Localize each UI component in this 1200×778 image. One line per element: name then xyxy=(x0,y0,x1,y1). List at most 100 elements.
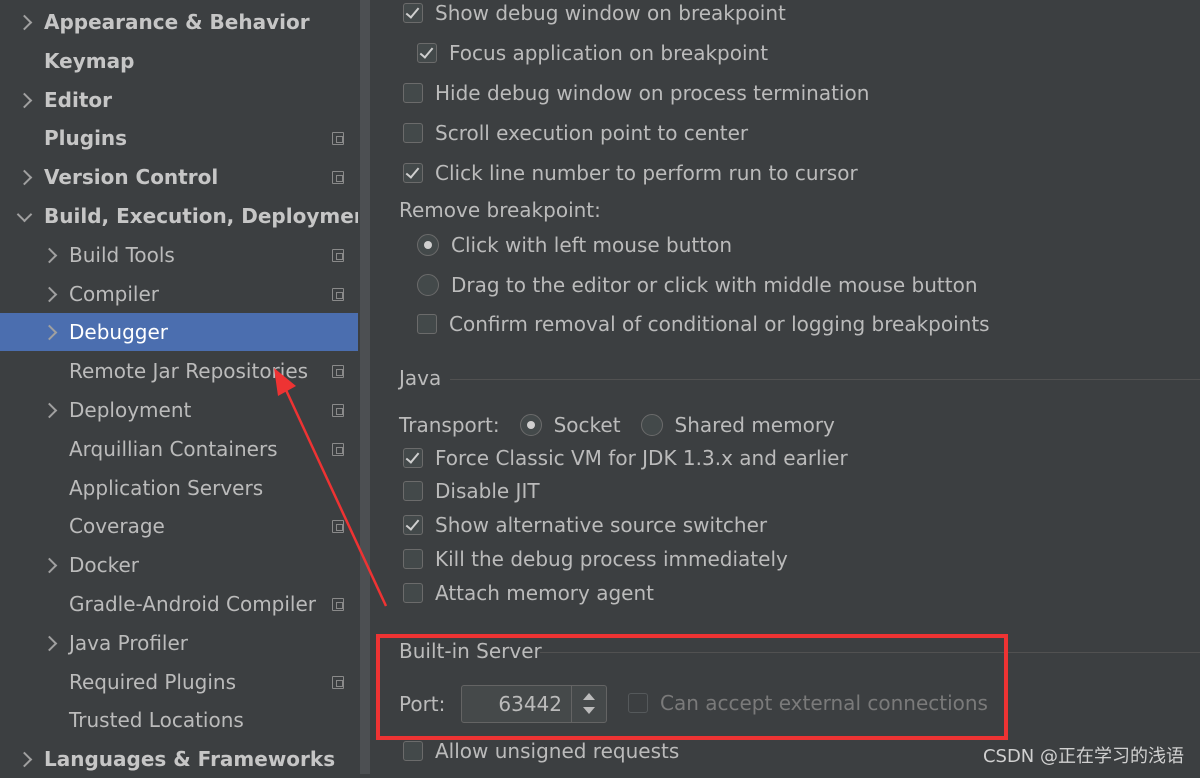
checkbox-box[interactable] xyxy=(403,481,423,501)
sidebar-item-label: Java Profiler xyxy=(69,630,189,655)
shared-memory-label[interactable]: Shared memory xyxy=(675,413,835,437)
project-scope-icon xyxy=(332,171,344,185)
chevron-right-icon[interactable] xyxy=(16,14,33,31)
checkbox-box[interactable] xyxy=(403,583,423,603)
sidebar-item-label: Application Servers xyxy=(69,475,264,500)
chevron-right-icon[interactable] xyxy=(16,169,33,186)
focus-application-checkbox[interactable]: Focus application on breakpoint xyxy=(417,36,768,70)
watermark: CSDN @正在学习的浅语 xyxy=(982,746,1184,767)
sidebar-item-compiler[interactable]: Compiler xyxy=(0,275,358,313)
chevron-right-icon[interactable] xyxy=(16,751,33,768)
confirm-removal-checkbox[interactable]: Confirm removal of conditional or loggin… xyxy=(417,307,990,341)
checkbox-box[interactable] xyxy=(403,448,423,468)
remove-breakpoint-label: Remove breakpoint: xyxy=(399,198,601,222)
checkbox-box[interactable] xyxy=(403,83,423,103)
sidebar-item-editor[interactable]: Editor xyxy=(0,81,358,119)
sidebar-item-coverage[interactable]: Coverage xyxy=(0,507,358,545)
project-scope-icon xyxy=(332,132,344,146)
sidebar-item-label: Build Tools xyxy=(69,242,175,267)
chevron-right-icon[interactable] xyxy=(41,286,58,302)
sidebar-item-label: Remote Jar Repositories xyxy=(69,359,309,384)
project-scope-icon xyxy=(332,675,344,689)
checkbox-box[interactable] xyxy=(417,314,437,334)
remove-drag-radio[interactable]: Drag to the editor or click with middle … xyxy=(417,268,978,302)
click-line-number-checkbox[interactable]: Click line number to perform run to curs… xyxy=(403,156,858,190)
java-section-title: Java xyxy=(399,366,442,390)
force-classic-vm-checkbox[interactable]: Force Classic VM for JDK 1.3.x and earli… xyxy=(403,441,848,475)
remove-left-click-radio[interactable]: Click with left mouse button xyxy=(417,228,732,262)
scrollbar-thumb[interactable] xyxy=(360,0,370,774)
sidebar-item-label: Coverage xyxy=(69,514,165,539)
transport-label: Transport: xyxy=(399,413,500,437)
chevron-right-icon[interactable] xyxy=(16,92,33,108)
sidebar-item-build-tools[interactable]: Build Tools xyxy=(0,236,358,274)
checkbox-box[interactable] xyxy=(417,43,437,63)
checkbox-box[interactable] xyxy=(403,123,423,143)
sidebar-item-label: Compiler xyxy=(69,281,160,306)
sidebar-item-label: Gradle-Android Compiler xyxy=(69,592,317,616)
show-alt-source-checkbox[interactable]: Show alternative source switcher xyxy=(403,508,767,542)
sidebar-item-deployment[interactable]: Deployment xyxy=(0,391,358,429)
sidebar-item-languages-frameworks[interactable]: Languages & Frameworks xyxy=(0,740,358,778)
sidebar-item-label: Build, Execution, Deployment xyxy=(44,204,378,228)
sidebar-item-gradle-android-compiler[interactable]: Gradle-Android Compiler xyxy=(0,585,358,623)
shared-memory-radio[interactable] xyxy=(640,414,663,436)
sidebar-item-label: Deployment xyxy=(69,398,192,422)
checkbox-box[interactable] xyxy=(403,515,423,535)
project-scope-icon xyxy=(332,520,344,534)
sidebar-item-label: Trusted Locations xyxy=(69,708,244,733)
annotation-highlight-box xyxy=(376,634,1008,740)
sidebar-item-version-control[interactable]: Version Control xyxy=(0,158,358,196)
sidebar-item-label: Version Control xyxy=(44,165,219,190)
sidebar-item-debugger[interactable]: Debugger xyxy=(0,313,372,352)
sidebar-item-trusted-locations[interactable]: Trusted Locations xyxy=(0,701,358,739)
hide-debug-window-checkbox[interactable]: Hide debug window on process termination xyxy=(403,76,869,110)
project-scope-icon xyxy=(332,365,344,379)
project-scope-icon xyxy=(332,598,344,611)
show-debug-window-checkbox[interactable]: Show debug window on breakpoint xyxy=(403,0,786,30)
sidebar-item-label: Plugins xyxy=(44,126,128,151)
sidebar-item-build-execution-deployment[interactable]: Build, Execution, Deployment xyxy=(0,197,378,235)
checkbox-box[interactable] xyxy=(403,741,423,761)
checkbox-box[interactable] xyxy=(403,549,423,569)
project-scope-icon xyxy=(332,442,344,456)
scroll-execution-checkbox[interactable]: Scroll execution point to center xyxy=(403,116,748,150)
sidebar-item-keymap[interactable]: Keymap xyxy=(0,42,358,80)
sidebar-item-label: Debugger xyxy=(69,320,168,345)
sidebar-item-application-servers[interactable]: Application Servers xyxy=(0,469,358,507)
java-section-separator xyxy=(450,379,1200,380)
sidebar-item-label: Docker xyxy=(69,553,140,578)
project-scope-icon xyxy=(332,404,344,417)
sidebar-item-java-profiler[interactable]: Java Profiler xyxy=(0,624,358,662)
transport-row: Transport: Socket Shared memory xyxy=(399,408,835,442)
sidebar-item-arquillian-containers[interactable]: Arquillian Containers xyxy=(0,430,358,468)
attach-memory-agent-checkbox[interactable]: Attach memory agent xyxy=(403,576,654,610)
sidebar-item-docker[interactable]: Docker xyxy=(0,546,358,584)
sidebar-item-label: Required Plugins xyxy=(69,669,237,694)
checkbox-box[interactable] xyxy=(403,3,423,23)
checkbox-box[interactable] xyxy=(403,163,423,183)
sidebar-item-appearance-behavior[interactable]: Appearance & Behavior xyxy=(0,3,358,41)
project-scope-icon xyxy=(332,248,344,262)
chevron-down-icon[interactable] xyxy=(16,206,33,223)
sidebar-item-label: Appearance & Behavior xyxy=(44,10,310,34)
kill-process-checkbox[interactable]: Kill the debug process immediately xyxy=(403,542,788,576)
disable-jit-checkbox[interactable]: Disable JIT xyxy=(403,474,540,508)
chevron-right-icon[interactable] xyxy=(41,247,58,264)
socket-label[interactable]: Socket xyxy=(554,413,621,437)
chevron-right-icon[interactable] xyxy=(41,635,58,652)
sidebar-scrollbar[interactable] xyxy=(358,0,372,774)
sidebar-item-label: Arquillian Containers xyxy=(69,436,278,461)
sidebar-item-label: Keymap xyxy=(44,48,135,73)
chevron-right-icon[interactable] xyxy=(41,325,58,341)
project-scope-icon xyxy=(332,287,344,301)
socket-radio[interactable] xyxy=(519,414,542,436)
sidebar-item-remote-jar-repositories[interactable]: Remote Jar Repositories xyxy=(0,352,358,390)
sidebar-item-plugins[interactable]: Plugins xyxy=(0,119,358,157)
radio-circle[interactable] xyxy=(417,274,439,296)
sidebar-item-label: Editor xyxy=(44,87,112,112)
chevron-right-icon[interactable] xyxy=(41,557,58,574)
chevron-right-icon[interactable] xyxy=(41,402,58,419)
sidebar-item-required-plugins[interactable]: Required Plugins xyxy=(0,663,358,701)
radio-circle[interactable] xyxy=(417,234,439,256)
